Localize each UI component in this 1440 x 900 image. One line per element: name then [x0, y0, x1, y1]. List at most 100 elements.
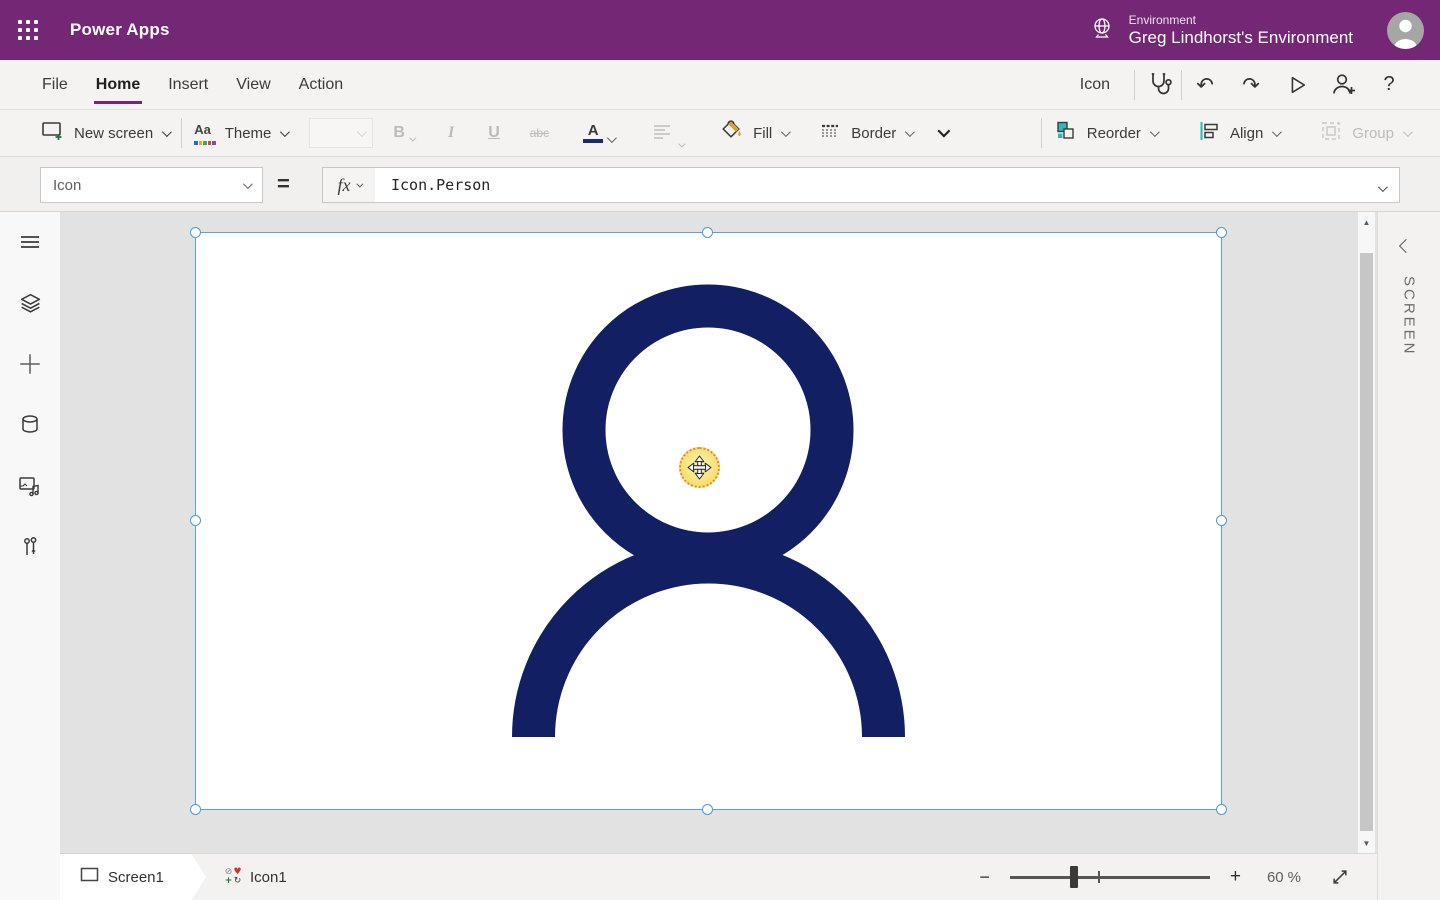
app-header: Power Apps Environment Greg Lindhorst's … [0, 0, 1440, 60]
environment-picker[interactable]: Environment Greg Lindhorst's Environment [1089, 13, 1353, 48]
menu-action[interactable]: Action [285, 60, 357, 109]
fx-dropdown[interactable]: fx [322, 167, 376, 203]
environment-label: Environment [1129, 13, 1353, 27]
reorder-button[interactable]: Reorder [1042, 119, 1169, 148]
resize-handle[interactable] [1216, 515, 1227, 526]
zoom-percent-sign: % [1288, 869, 1301, 886]
chevron-down-icon [1403, 127, 1413, 137]
insert-plus-icon[interactable] [17, 351, 43, 377]
icon-tab-label: Icon1 [250, 869, 287, 886]
group-icon [1319, 119, 1343, 148]
workspace: ▲ ▼ [0, 212, 1440, 900]
person-icon-control[interactable] [196, 233, 1221, 809]
breadcrumb-icon-tab[interactable]: ⊘ ♥ + ↻ Icon1 [224, 868, 287, 886]
chevron-down-icon [357, 127, 367, 137]
chevron-down-icon [1272, 127, 1282, 137]
move-cursor-icon [679, 447, 720, 488]
app-title: Power Apps [70, 20, 170, 40]
font-color-button[interactable]: A [573, 124, 624, 143]
menu-file[interactable]: File [28, 60, 82, 109]
right-panel-title: SCREEN [1401, 276, 1418, 357]
chevron-down-icon [162, 127, 172, 137]
redo-icon[interactable]: ↷ [1228, 60, 1274, 110]
chevron-down-icon [280, 127, 290, 137]
fill-button[interactable]: Fill [707, 118, 800, 148]
icon-control-icon: ⊘ ♥ + ↻ [224, 868, 242, 886]
new-screen-button[interactable]: New screen [28, 118, 181, 148]
zoom-in-button[interactable]: + [1222, 866, 1249, 888]
hamburger-menu-icon[interactable] [17, 229, 43, 255]
menu-insert[interactable]: Insert [154, 60, 222, 109]
scroll-down-icon[interactable]: ▼ [1358, 835, 1375, 851]
menu-home[interactable]: Home [82, 60, 154, 109]
formula-bar: Icon = fx [0, 157, 1440, 212]
zoom-slider-tick [1098, 871, 1100, 883]
resize-handle[interactable] [1216, 227, 1227, 238]
property-dropdown[interactable]: Icon [40, 167, 263, 203]
media-icon[interactable] [17, 473, 43, 499]
formula-expand-chevron-icon[interactable] [1378, 179, 1385, 197]
chevron-down-icon [1150, 127, 1160, 137]
scrollbar-thumb[interactable] [1360, 253, 1373, 831]
chevron-down-icon [607, 133, 617, 143]
tree-view-layers-icon[interactable] [17, 290, 43, 316]
chevron-down-icon [781, 127, 791, 137]
breadcrumb-screen-tab[interactable]: Screen1 [60, 854, 206, 900]
chevron-down-icon [678, 140, 685, 147]
resize-handle[interactable] [702, 804, 713, 815]
fill-bucket-icon [719, 118, 744, 148]
fit-to-window-icon[interactable] [1327, 864, 1353, 890]
resize-handle[interactable] [1216, 804, 1227, 815]
formula-input[interactable] [375, 167, 1400, 203]
resize-handle[interactable] [190, 227, 201, 238]
border-icon [818, 119, 842, 148]
environment-name: Greg Lindhorst's Environment [1129, 27, 1353, 48]
zoom-slider[interactable] [1010, 865, 1210, 889]
advanced-tools-icon[interactable] [17, 534, 43, 560]
globe-icon [1089, 15, 1115, 46]
menu-bar: File Home Insert View Action Icon ↶ ↷ [0, 60, 1440, 110]
theme-icon: Aa [194, 121, 216, 145]
menu-view[interactable]: View [222, 60, 284, 109]
chevron-down-icon [409, 135, 416, 142]
more-formatting-icon[interactable] [924, 124, 961, 142]
screen-tab-label: Screen1 [108, 869, 164, 886]
bold-button: B [383, 124, 424, 142]
screen-icon [80, 867, 99, 888]
text-align-icon [650, 119, 674, 148]
user-avatar[interactable] [1387, 12, 1424, 49]
screen-canvas[interactable] [196, 233, 1221, 809]
italic-button: I [438, 124, 464, 142]
ribbon-toolbar: New screen Aa Theme B I U abc A [0, 110, 1440, 157]
theme-button[interactable]: Aa Theme [182, 121, 299, 145]
app-checker-icon[interactable] [1135, 60, 1181, 110]
zoom-out-button[interactable]: − [971, 867, 998, 888]
font-size-dropdown [309, 118, 373, 148]
border-button[interactable]: Border [806, 119, 924, 148]
left-rail [0, 212, 60, 900]
scroll-up-icon[interactable]: ▲ [1358, 214, 1375, 230]
zoom-slider-thumb[interactable] [1070, 866, 1078, 888]
resize-handle[interactable] [190, 804, 201, 815]
data-sources-icon[interactable] [17, 412, 43, 438]
canvas-area[interactable]: ▲ ▼ [60, 212, 1358, 853]
resize-handle[interactable] [190, 515, 201, 526]
property-value: Icon [53, 177, 81, 194]
help-icon[interactable]: ? [1366, 60, 1412, 110]
share-person-add-icon[interactable] [1320, 60, 1366, 110]
expand-panel-chevron-icon[interactable] [1401, 238, 1417, 254]
align-button[interactable]: Align [1185, 119, 1291, 148]
group-button: Group [1307, 119, 1422, 148]
waffle-menu-icon[interactable] [0, 0, 56, 60]
undo-icon[interactable]: ↶ [1182, 60, 1228, 110]
strikethrough-button: abc [520, 126, 559, 140]
chevron-down-icon [243, 179, 253, 189]
chevron-down-icon [356, 180, 363, 187]
reorder-icon [1054, 119, 1078, 148]
status-bar: Screen1 ⊘ ♥ + ↻ Icon1 − + 60 % [60, 853, 1377, 900]
align-icon [1197, 119, 1221, 148]
vertical-scrollbar[interactable]: ▲ ▼ [1358, 212, 1375, 853]
zoom-value: 60 [1267, 869, 1284, 886]
play-preview-icon[interactable] [1274, 60, 1320, 110]
resize-handle[interactable] [702, 227, 713, 238]
